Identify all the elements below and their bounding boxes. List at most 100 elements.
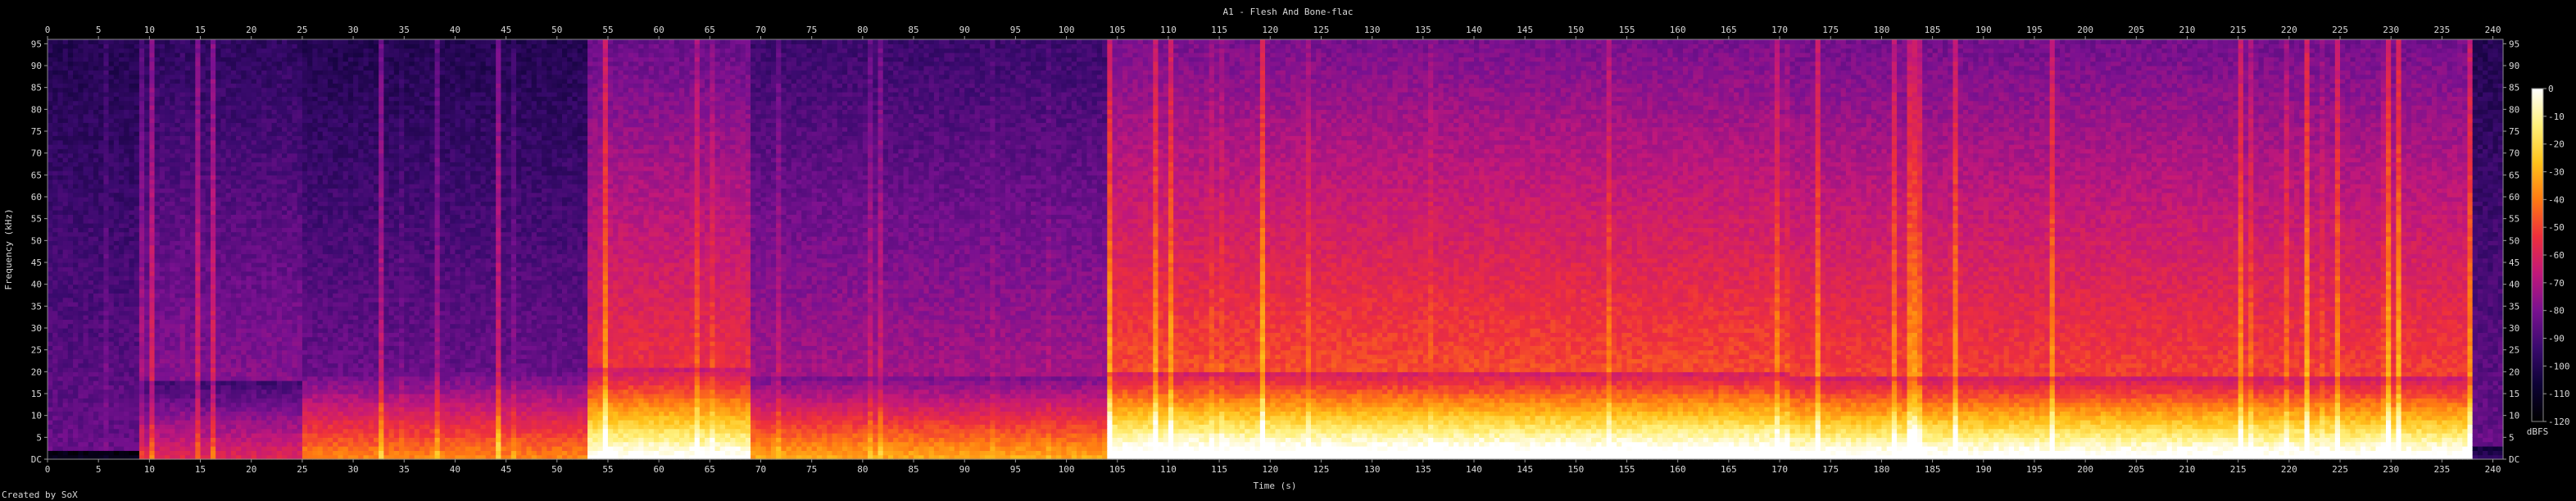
spectrogram-cell bbox=[52, 306, 58, 311]
spectrogram-cell bbox=[68, 324, 74, 329]
spectrogram-cell bbox=[88, 227, 94, 232]
spectrogram-cell bbox=[78, 83, 84, 88]
spectrogram-cell bbox=[88, 319, 94, 324]
spectrogram-cell bbox=[48, 122, 53, 127]
spectrogram-cell bbox=[52, 407, 58, 412]
spectrogram-cell bbox=[68, 43, 74, 48]
spectrogram-cell bbox=[48, 88, 53, 93]
spectrogram-cell bbox=[68, 61, 74, 66]
spectrogram-cell bbox=[48, 197, 53, 202]
spectrogram-cell bbox=[84, 276, 89, 280]
spectrogram-cell bbox=[93, 249, 99, 254]
spectrogram-cell bbox=[52, 403, 58, 408]
spectrogram-cell bbox=[48, 135, 53, 140]
spectrogram-cell bbox=[88, 293, 94, 298]
spectrogram-cell bbox=[52, 135, 58, 140]
spectrogram-cell bbox=[63, 319, 69, 324]
spectrogram-cell bbox=[57, 424, 63, 429]
spectrogram-cell bbox=[57, 236, 63, 241]
spectrogram-cell bbox=[78, 57, 84, 61]
spectrogram-cell bbox=[93, 345, 99, 350]
spectrogram-cell bbox=[68, 122, 74, 127]
spectrogram-cell bbox=[78, 285, 84, 289]
spectrogram-cell bbox=[52, 240, 58, 245]
spectrogram-cell bbox=[84, 367, 89, 372]
spectrogram-cell bbox=[84, 354, 89, 359]
spectrogram-cell bbox=[57, 210, 63, 215]
spectrogram-cell bbox=[68, 175, 74, 180]
spectrogram-cell bbox=[68, 306, 74, 311]
spectrogram-cell bbox=[73, 249, 79, 254]
spectrogram-cell bbox=[84, 266, 89, 271]
spectrogram-cell bbox=[63, 214, 69, 219]
spectrogram-cell bbox=[63, 52, 69, 57]
spectrogram-cell bbox=[84, 109, 89, 114]
spectrogram-cell bbox=[63, 363, 69, 368]
spectrogram-cell bbox=[73, 75, 79, 80]
spectrogram-cell bbox=[78, 345, 84, 350]
spectrogram-cell bbox=[52, 184, 58, 189]
spectrogram-cell bbox=[84, 214, 89, 219]
spectrogram-cell bbox=[84, 48, 89, 53]
spectrogram-cell bbox=[57, 285, 63, 289]
spectrogram-cell bbox=[52, 88, 58, 93]
spectrogram-cell bbox=[68, 328, 74, 333]
spectrogram-cell bbox=[88, 180, 94, 184]
spectrogram-cell bbox=[68, 298, 74, 303]
spectrogram-cell bbox=[57, 57, 63, 61]
spectrogram-cell bbox=[52, 328, 58, 333]
spectrogram-cell bbox=[88, 302, 94, 307]
spectrogram-cell bbox=[78, 332, 84, 337]
spectrogram-cell bbox=[52, 429, 58, 434]
spectrogram-cell bbox=[68, 315, 74, 320]
spectrogram-cell bbox=[73, 43, 79, 48]
spectrogram-cell bbox=[84, 345, 89, 350]
spectrogram-cell bbox=[84, 114, 89, 119]
spectrogram-cell bbox=[52, 324, 58, 329]
spectrogram-cell bbox=[48, 96, 53, 101]
spectrogram-cell bbox=[68, 166, 74, 171]
spectrogram-cell bbox=[52, 437, 58, 442]
spectrogram-cell bbox=[57, 411, 63, 416]
spectrogram-cell bbox=[52, 57, 58, 61]
spectrogram-cell bbox=[73, 442, 79, 447]
spectrogram-cell bbox=[78, 249, 84, 254]
spectrogram-cell bbox=[73, 39, 79, 44]
spectrogram-cell bbox=[68, 385, 74, 389]
spectrogram-cell bbox=[93, 306, 99, 311]
spectrogram-cell bbox=[84, 66, 89, 71]
spectrogram-cell bbox=[93, 332, 99, 337]
spectrogram-cell bbox=[73, 206, 79, 211]
spectrogram-cell bbox=[57, 105, 63, 110]
spectrogram-cell bbox=[57, 337, 63, 342]
spectrogram-cell bbox=[88, 324, 94, 329]
spectrogram-cell bbox=[52, 302, 58, 307]
spectrogram-cell bbox=[88, 376, 94, 381]
spectrogram-cell bbox=[73, 337, 79, 342]
spectrogram-cell bbox=[52, 358, 58, 363]
spectrogram-cell bbox=[78, 411, 84, 416]
spectrogram-cell bbox=[78, 201, 84, 206]
spectrogram-cell bbox=[57, 345, 63, 350]
spectrogram-cell bbox=[52, 266, 58, 271]
spectrogram-cell bbox=[68, 223, 74, 228]
spectrogram-cell bbox=[78, 144, 84, 149]
spectrogram-cell bbox=[48, 70, 53, 75]
spectrogram-cell bbox=[52, 345, 58, 350]
spectrogram-cell bbox=[73, 148, 79, 153]
spectrogram-cell bbox=[68, 193, 74, 198]
spectrogram-cell bbox=[48, 446, 53, 451]
spectrogram-cell bbox=[78, 324, 84, 329]
spectrogram-cell bbox=[78, 48, 84, 53]
spectrogram-cell bbox=[84, 197, 89, 202]
spectrogram-cell bbox=[88, 162, 94, 166]
spectrogram-cell bbox=[88, 337, 94, 342]
spectrogram-cell bbox=[48, 236, 53, 241]
spectrogram-cell bbox=[73, 101, 79, 106]
spectrogram-cell bbox=[48, 306, 53, 311]
spectrogram-cell bbox=[73, 345, 79, 350]
spectrogram-cell bbox=[84, 144, 89, 149]
spectrogram-cell bbox=[84, 210, 89, 215]
spectrogram-cell bbox=[57, 227, 63, 232]
spectrogram-cell bbox=[63, 354, 69, 359]
